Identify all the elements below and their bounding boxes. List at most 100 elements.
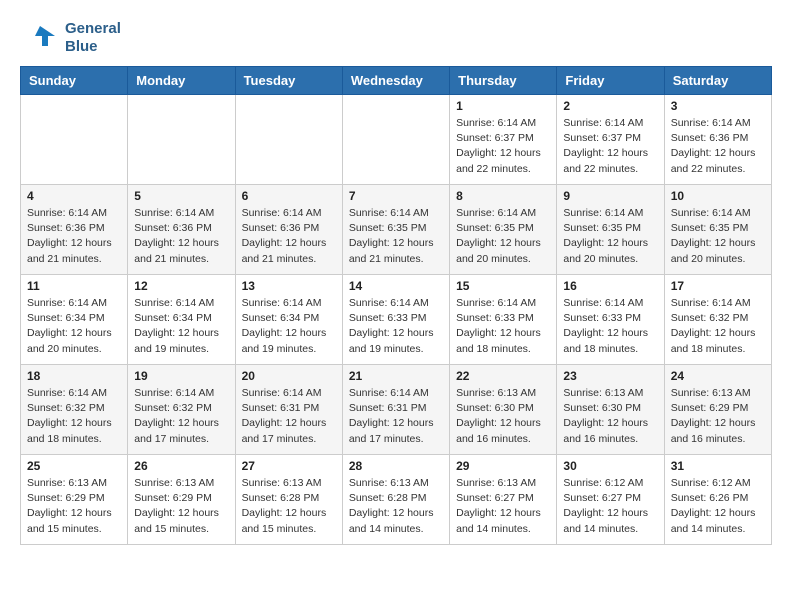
calendar-cell: 16 Sunrise: 6:14 AM Sunset: 6:33 PM Dayli… — [557, 275, 664, 365]
day-number: 23 — [563, 369, 657, 383]
calendar-cell: 2 Sunrise: 6:14 AM Sunset: 6:37 PM Daylig… — [557, 95, 664, 185]
day-number: 31 — [671, 459, 765, 473]
day-info: Sunrise: 6:14 AM Sunset: 6:35 PM Dayligh… — [456, 206, 550, 267]
day-number: 29 — [456, 459, 550, 473]
day-info: Sunrise: 6:12 AM Sunset: 6:27 PM Dayligh… — [563, 476, 657, 537]
day-number: 30 — [563, 459, 657, 473]
day-number: 24 — [671, 369, 765, 383]
day-number: 20 — [242, 369, 336, 383]
day-info: Sunrise: 6:14 AM Sunset: 6:36 PM Dayligh… — [242, 206, 336, 267]
calendar-cell — [21, 95, 128, 185]
calendar-cell: 30 Sunrise: 6:12 AM Sunset: 6:27 PM Dayli… — [557, 455, 664, 545]
day-number: 3 — [671, 99, 765, 113]
calendar-cell: 22 Sunrise: 6:13 AM Sunset: 6:30 PM Dayli… — [450, 365, 557, 455]
day-info: Sunrise: 6:14 AM Sunset: 6:32 PM Dayligh… — [134, 386, 228, 447]
calendar-cell: 1 Sunrise: 6:14 AM Sunset: 6:37 PM Daylig… — [450, 95, 557, 185]
weekday-header: Friday — [557, 67, 664, 95]
calendar-cell: 6 Sunrise: 6:14 AM Sunset: 6:36 PM Daylig… — [235, 185, 342, 275]
day-info: Sunrise: 6:13 AM Sunset: 6:29 PM Dayligh… — [134, 476, 228, 537]
calendar-cell: 7 Sunrise: 6:14 AM Sunset: 6:35 PM Daylig… — [342, 185, 449, 275]
day-info: Sunrise: 6:14 AM Sunset: 6:33 PM Dayligh… — [563, 296, 657, 357]
day-number: 28 — [349, 459, 443, 473]
day-info: Sunrise: 6:13 AM Sunset: 6:29 PM Dayligh… — [27, 476, 121, 537]
calendar-cell: 8Sunrise: 6:14 AM Sunset: 6:35 PM Daylig… — [450, 185, 557, 275]
day-info: Sunrise: 6:14 AM Sunset: 6:35 PM Dayligh… — [671, 206, 765, 267]
day-info: Sunrise: 6:14 AM Sunset: 6:33 PM Dayligh… — [456, 296, 550, 357]
calendar-cell: 4Sunrise: 6:14 AM Sunset: 6:36 PM Daylig… — [21, 185, 128, 275]
calendar-cell: 12 Sunrise: 6:14 AM Sunset: 6:34 PM Dayli… — [128, 275, 235, 365]
logo: General Blue — [20, 20, 121, 56]
day-number: 17 — [671, 279, 765, 293]
day-number: 1 — [456, 99, 550, 113]
calendar-cell: 25 Sunrise: 6:13 AM Sunset: 6:29 PM Dayli… — [21, 455, 128, 545]
calendar-cell: 5Sunrise: 6:14 AM Sunset: 6:36 PM Daylig… — [128, 185, 235, 275]
day-info: Sunrise: 6:14 AM Sunset: 6:35 PM Dayligh… — [563, 206, 657, 267]
day-info: Sunrise: 6:14 AM Sunset: 6:37 PM Dayligh… — [563, 116, 657, 177]
day-info: Sunrise: 6:14 AM Sunset: 6:34 PM Dayligh… — [134, 296, 228, 357]
day-info: Sunrise: 6:13 AM Sunset: 6:30 PM Dayligh… — [456, 386, 550, 447]
day-info: Sunrise: 6:14 AM Sunset: 6:33 PM Dayligh… — [349, 296, 443, 357]
weekday-header: Sunday — [21, 67, 128, 95]
calendar-cell: 31 Sunrise: 6:12 AM Sunset: 6:26 PM Dayli… — [664, 455, 771, 545]
day-number: 16 — [563, 279, 657, 293]
calendar-cell: 26 Sunrise: 6:13 AM Sunset: 6:29 PM Dayli… — [128, 455, 235, 545]
day-info: Sunrise: 6:14 AM Sunset: 6:34 PM Dayligh… — [242, 296, 336, 357]
calendar-cell: 3 Sunrise: 6:14 AM Sunset: 6:36 PM Daylig… — [664, 95, 771, 185]
day-info: Sunrise: 6:14 AM Sunset: 6:36 PM Dayligh… — [134, 206, 228, 267]
day-info: Sunrise: 6:14 AM Sunset: 6:31 PM Dayligh… — [349, 386, 443, 447]
day-number: 11 — [27, 279, 121, 293]
day-number: 22 — [456, 369, 550, 383]
calendar-cell: 9 Sunrise: 6:14 AM Sunset: 6:35 PM Daylig… — [557, 185, 664, 275]
calendar-header: SundayMondayTuesdayWednesdayThursdayFrid… — [21, 67, 772, 95]
weekday-header: Wednesday — [342, 67, 449, 95]
day-number: 27 — [242, 459, 336, 473]
day-info: Sunrise: 6:14 AM Sunset: 6:32 PM Dayligh… — [27, 386, 121, 447]
day-info: Sunrise: 6:14 AM Sunset: 6:34 PM Dayligh… — [27, 296, 121, 357]
calendar-cell: 17Sunrise: 6:14 AM Sunset: 6:32 PM Dayli… — [664, 275, 771, 365]
calendar-cell — [128, 95, 235, 185]
calendar-cell: 21 Sunrise: 6:14 AM Sunset: 6:31 PM Dayli… — [342, 365, 449, 455]
day-number: 26 — [134, 459, 228, 473]
calendar-cell: 14 Sunrise: 6:14 AM Sunset: 6:33 PM Dayli… — [342, 275, 449, 365]
calendar-cell: 11 Sunrise: 6:14 AM Sunset: 6:34 PM Dayli… — [21, 275, 128, 365]
day-info: Sunrise: 6:13 AM Sunset: 6:30 PM Dayligh… — [563, 386, 657, 447]
calendar-cell: 29 Sunrise: 6:13 AM Sunset: 6:27 PM Dayli… — [450, 455, 557, 545]
calendar-cell: 24 Sunrise: 6:13 AM Sunset: 6:29 PM Dayli… — [664, 365, 771, 455]
logo-general: General — [65, 20, 121, 38]
day-number: 6 — [242, 189, 336, 203]
day-number: 25 — [27, 459, 121, 473]
calendar-cell: 13 Sunrise: 6:14 AM Sunset: 6:34 PM Dayli… — [235, 275, 342, 365]
calendar-cell: 18 Sunrise: 6:14 AM Sunset: 6:32 PM Dayli… — [21, 365, 128, 455]
day-number: 2 — [563, 99, 657, 113]
day-number: 10 — [671, 189, 765, 203]
calendar-table: SundayMondayTuesdayWednesdayThursdayFrid… — [20, 66, 772, 545]
day-number: 12 — [134, 279, 228, 293]
calendar-cell: 10 Sunrise: 6:14 AM Sunset: 6:35 PM Dayli… — [664, 185, 771, 275]
day-info: Sunrise: 6:14 AM Sunset: 6:36 PM Dayligh… — [27, 206, 121, 267]
day-number: 13 — [242, 279, 336, 293]
day-info: Sunrise: 6:13 AM Sunset: 6:27 PM Dayligh… — [456, 476, 550, 537]
day-number: 7 — [349, 189, 443, 203]
weekday-header: Thursday — [450, 67, 557, 95]
day-info: Sunrise: 6:13 AM Sunset: 6:29 PM Dayligh… — [671, 386, 765, 447]
calendar-cell — [342, 95, 449, 185]
day-info: Sunrise: 6:14 AM Sunset: 6:37 PM Dayligh… — [456, 116, 550, 177]
calendar-body: 1 Sunrise: 6:14 AM Sunset: 6:37 PM Daylig… — [21, 95, 772, 545]
logo-blue: Blue — [65, 38, 121, 56]
calendar-cell — [235, 95, 342, 185]
day-info: Sunrise: 6:14 AM Sunset: 6:35 PM Dayligh… — [349, 206, 443, 267]
weekday-header: Tuesday — [235, 67, 342, 95]
calendar-cell: 15 Sunrise: 6:14 AM Sunset: 6:33 PM Dayli… — [450, 275, 557, 365]
day-number: 19 — [134, 369, 228, 383]
weekday-header: Saturday — [664, 67, 771, 95]
day-number: 9 — [563, 189, 657, 203]
calendar-cell: 27Sunrise: 6:13 AM Sunset: 6:28 PM Dayli… — [235, 455, 342, 545]
day-number: 21 — [349, 369, 443, 383]
header: General Blue — [20, 20, 772, 56]
day-info: Sunrise: 6:14 AM Sunset: 6:36 PM Dayligh… — [671, 116, 765, 177]
day-info: Sunrise: 6:12 AM Sunset: 6:26 PM Dayligh… — [671, 476, 765, 537]
day-number: 14 — [349, 279, 443, 293]
day-number: 15 — [456, 279, 550, 293]
day-number: 18 — [27, 369, 121, 383]
weekday-header: Monday — [128, 67, 235, 95]
